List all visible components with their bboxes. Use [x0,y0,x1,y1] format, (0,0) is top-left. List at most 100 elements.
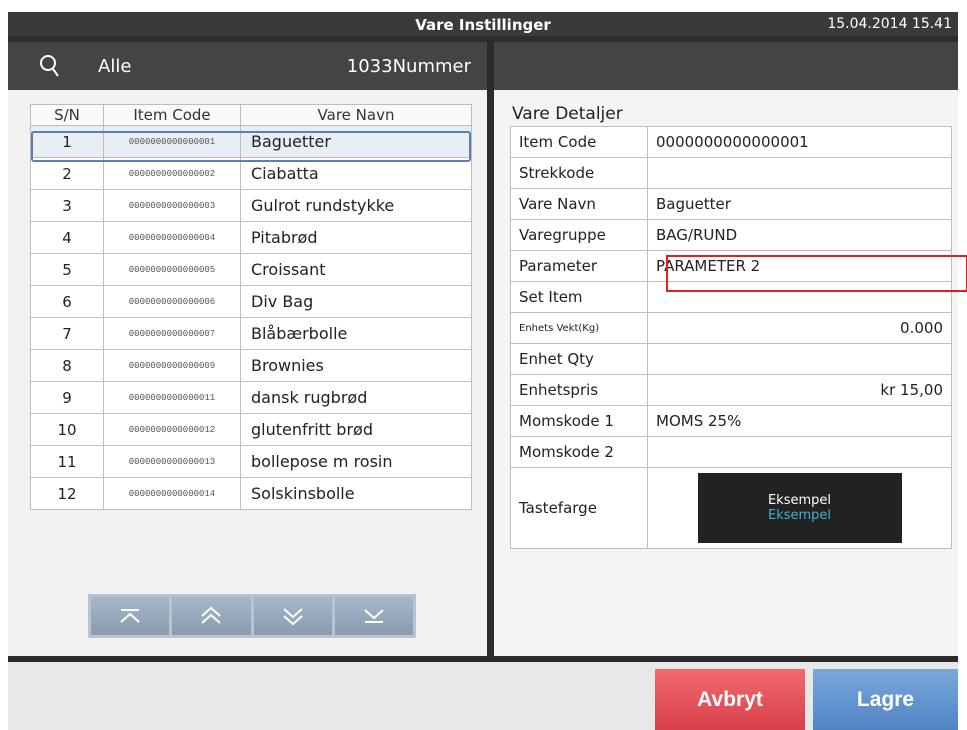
row-name: Solskinsbolle [240,477,472,510]
row-name: Brownies [240,349,472,382]
row-sn: 1 [30,125,104,158]
row-sn: 5 [30,253,104,286]
unit-price-label: Enhetspris [510,374,648,406]
detail-row-unit-weight: Enhets Vekt(Kg) 0.000 [510,312,952,344]
vat2-field[interactable] [647,436,952,468]
group-field[interactable]: BAG/RUND [647,219,952,251]
table-row[interactable]: 1 0000000000000001 Baguetter [30,125,472,158]
details-header [494,42,958,90]
search-button[interactable] [8,42,92,90]
name-field[interactable]: Baguetter [647,188,952,220]
datetime: 15.04.2014 15.41 [827,16,952,32]
key-color-label: Tastefarge [510,467,648,549]
last-page-icon [364,609,384,623]
item-code-label: Item Code [510,126,648,158]
parameter-label: Parameter [510,250,648,282]
table-row[interactable]: 9 0000000000000011 dansk rugbrød [30,381,472,414]
row-sn: 6 [30,285,104,318]
row-code: 0000000000000002 [103,157,241,190]
details-title: Vare Detaljer [512,104,623,124]
page-up-icon [201,606,222,624]
row-sn: 7 [30,317,104,350]
barcode-label: Strekkode [510,157,648,189]
page-up-button[interactable] [172,597,251,635]
unit-price-field[interactable]: kr 15,00 [647,374,952,406]
unit-weight-field[interactable]: 0.000 [647,312,952,344]
parameter-field[interactable]: PARAMETER 2 [647,250,952,282]
row-code: 0000000000000014 [103,477,241,510]
row-name: Baguetter [240,125,472,158]
title-bar: Vare Instillinger 15.04.2014 15.41 [8,12,958,36]
category-filter[interactable]: Alle [98,56,131,77]
list-header: Alle 1033Nummer [8,42,487,90]
row-sn: 3 [30,189,104,222]
vat1-label: Momskode 1 [510,405,648,437]
sample-text-primary: Eksempel [767,493,832,508]
pagination-bar [88,594,416,638]
detail-row-vat1: Momskode 1 MOMS 25% [510,405,952,437]
page-down-button[interactable] [253,597,332,635]
key-color-cell: Eksempel Eksempel [647,467,952,549]
row-code: 0000000000000004 [103,221,241,254]
table-row[interactable]: 5 0000000000000005 Croissant [30,253,472,286]
column-header-item-code: Item Code [103,104,241,126]
row-code: 0000000000000007 [103,317,241,350]
table-row[interactable]: 10 0000000000000012 glutenfritt brød [30,413,472,446]
row-name: Croissant [240,253,472,286]
detail-row-group: Varegruppe BAG/RUND [510,219,952,251]
first-page-button[interactable] [91,597,170,635]
row-code: 0000000000000005 [103,253,241,286]
row-sn: 12 [30,477,104,510]
row-sn: 9 [30,381,104,414]
vat2-label: Momskode 2 [510,436,648,468]
last-page-button[interactable] [334,597,413,635]
table-row[interactable]: 12 0000000000000014 Solskinsbolle [30,477,472,510]
detail-row-parameter: Parameter PARAMETER 2 [510,250,952,282]
row-sn: 11 [30,445,104,478]
row-code: 0000000000000003 [103,189,241,222]
unit-qty-label: Enhet Qty [510,343,648,375]
column-header-sn: S/N [30,104,104,126]
row-name: dansk rugbrød [240,381,472,414]
detail-row-barcode: Strekkode [510,157,952,189]
vat1-field[interactable]: MOMS 25% [647,405,952,437]
row-code: 0000000000000012 [103,413,241,446]
column-header-name: Vare Navn [240,104,472,126]
unit-qty-field[interactable] [647,343,952,375]
detail-row-key-color: Tastefarge Eksempel Eksempel [510,467,952,549]
row-name: Pitabrød [240,221,472,254]
first-page-icon [120,609,140,623]
row-sn: 4 [30,221,104,254]
name-label: Vare Navn [510,188,648,220]
row-code: 0000000000000013 [103,445,241,478]
row-name: Gulrot rundstykke [240,189,472,222]
row-sn: 2 [30,157,104,190]
table-row[interactable]: 7 0000000000000007 Blåbærbolle [30,317,472,350]
table-row[interactable]: 4 0000000000000004 Pitabrød [30,221,472,254]
page-down-icon [282,608,303,626]
key-color-swatch[interactable]: Eksempel Eksempel [697,473,902,543]
group-label: Varegruppe [510,219,648,251]
table-row[interactable]: 3 0000000000000003 Gulrot rundstykke [30,189,472,222]
table-row[interactable]: 2 0000000000000002 Ciabatta [30,157,472,190]
table-row[interactable]: 11 0000000000000013 bollepose m rosin [30,445,472,478]
table-row[interactable]: 8 0000000000000009 Brownies [30,349,472,382]
row-name: Blåbærbolle [240,317,472,350]
detail-row-unit-price: Enhetspris kr 15,00 [510,374,952,406]
set-item-field[interactable] [647,281,952,313]
detail-row-item-code: Item Code 0000000000000001 [510,126,952,158]
row-code: 0000000000000009 [103,349,241,382]
item-code-field[interactable]: 0000000000000001 [647,126,952,158]
save-button[interactable]: Lagre [813,669,958,730]
row-name: Div Bag [240,285,472,318]
row-name: glutenfritt brød [240,413,472,446]
cancel-button[interactable]: Avbryt [655,669,805,730]
table-row[interactable]: 6 0000000000000006 Div Bag [30,285,472,318]
row-code: 0000000000000011 [103,381,241,414]
sample-text-secondary: Eksempel [767,508,832,523]
unit-weight-label: Enhets Vekt(Kg) [510,312,648,344]
row-sn: 8 [30,349,104,382]
row-code: 0000000000000001 [103,125,241,158]
barcode-field[interactable] [647,157,952,189]
row-code: 0000000000000006 [103,285,241,318]
